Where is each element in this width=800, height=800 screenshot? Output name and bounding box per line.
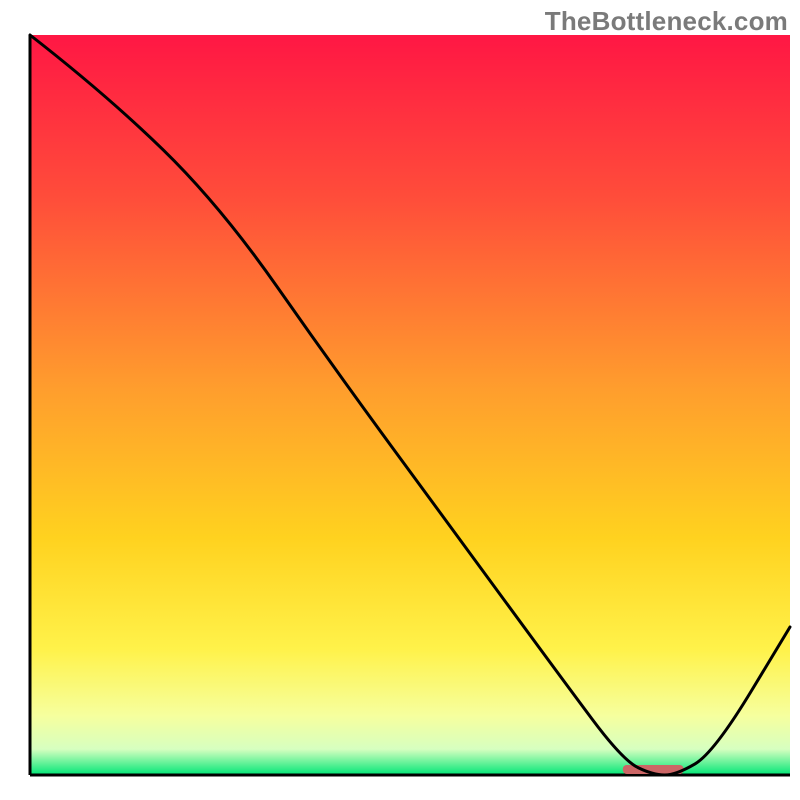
bottleneck-chart-svg: [0, 0, 800, 800]
watermark-text: TheBottleneck.com: [545, 6, 788, 37]
plot-area-fill: [30, 35, 790, 775]
chart-container: TheBottleneck.com: [0, 0, 800, 800]
